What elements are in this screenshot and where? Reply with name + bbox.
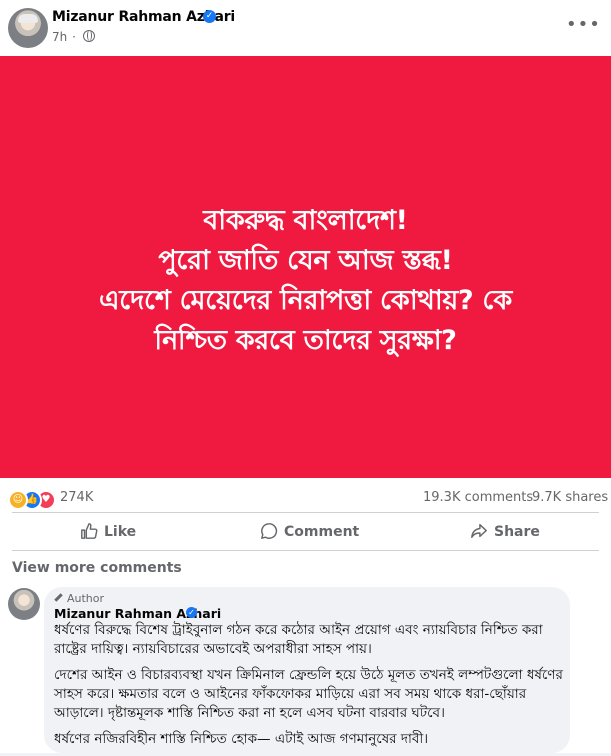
poster-line: এদেশে মেয়েদের নিরাপত্তা কোথায়? কে (99, 285, 512, 316)
verified-badge-icon: ✓ (186, 607, 197, 618)
comment-paragraph: ধর্ষণের নজিরবিহীন শাস্তি নিশ্চিত হোক— এট… (54, 731, 429, 747)
reaction-count[interactable]: 274K (60, 490, 93, 505)
author-badge: Author (54, 592, 104, 605)
post-time[interactable]: 7h (52, 30, 67, 44)
commenter-avatar[interactable] (8, 588, 40, 620)
pencil-icon (54, 593, 63, 602)
comment-button[interactable]: Comment (260, 516, 359, 548)
comments-count[interactable]: 19.3K comments (423, 490, 533, 505)
more-options-button[interactable]: ••• (566, 10, 600, 42)
facebook-post-card: Mizanur Rahman Azhari ✓ 7h · ••• বাকরুদ্… (0, 0, 611, 753)
post-actions: Like Comment Share (12, 512, 599, 550)
comment-paragraph: দেশের আইন ও বিচারব্যবস্থা যখন ক্রিমিনাল … (54, 667, 563, 721)
poster-text: বাকরুদ্ধ বাংলাদেশ! পুরো জাতি যেন আজ স্তব… (10, 201, 601, 361)
author-avatar[interactable] (8, 8, 48, 48)
comment-bubble: Author Mizanur Rahman Azhari ✓ ধর্ষণের ব… (44, 587, 570, 753)
care-reaction-icon[interactable]: ☺ (8, 490, 28, 510)
comment-body: ধর্ষণের বিরুদ্ধে বিশেষ ট্রাইবুনাল গঠন কর… (54, 621, 566, 756)
comment-label: Comment (284, 524, 360, 540)
divider (12, 550, 599, 551)
poster-line: নিশ্চিত করবে তাদের সুরক্ষা? (154, 325, 457, 356)
meta-separator: · (72, 30, 76, 44)
post-meta: 7h · (52, 30, 95, 44)
view-more-comments-link[interactable]: View more comments (12, 560, 182, 576)
author-badge-label: Author (67, 592, 105, 605)
like-label: Like (104, 524, 137, 540)
thumbs-up-icon (81, 523, 98, 539)
share-button[interactable]: Share (470, 516, 540, 548)
poster-line: বাকরুদ্ধ বাংলাদেশ! (203, 205, 408, 236)
shares-count[interactable]: 9.7K shares (532, 490, 608, 505)
post-header: Mizanur Rahman Azhari ✓ 7h · ••• (0, 0, 611, 56)
share-label: Share (494, 524, 540, 540)
like-button[interactable]: Like (80, 516, 136, 548)
engagement-counts: ☺ 👍 ♥ 274K 19.3K comments 9.7K shares (0, 481, 611, 515)
poster-line: পুরো জাতি যেন আজ স্তব্ধ! (158, 245, 453, 276)
comment-paragraph: ধর্ষণের বিরুদ্ধে বিশেষ ট্রাইবুনাল গঠন কর… (54, 622, 543, 657)
verified-badge-icon: ✓ (203, 10, 216, 23)
globe-icon (82, 30, 95, 42)
share-arrow-icon (471, 523, 487, 539)
comment-bubble-icon (261, 523, 278, 539)
post-image[interactable]: বাকরুদ্ধ বাংলাদেশ! পুরো জাতি যেন আজ স্তব… (0, 56, 611, 478)
